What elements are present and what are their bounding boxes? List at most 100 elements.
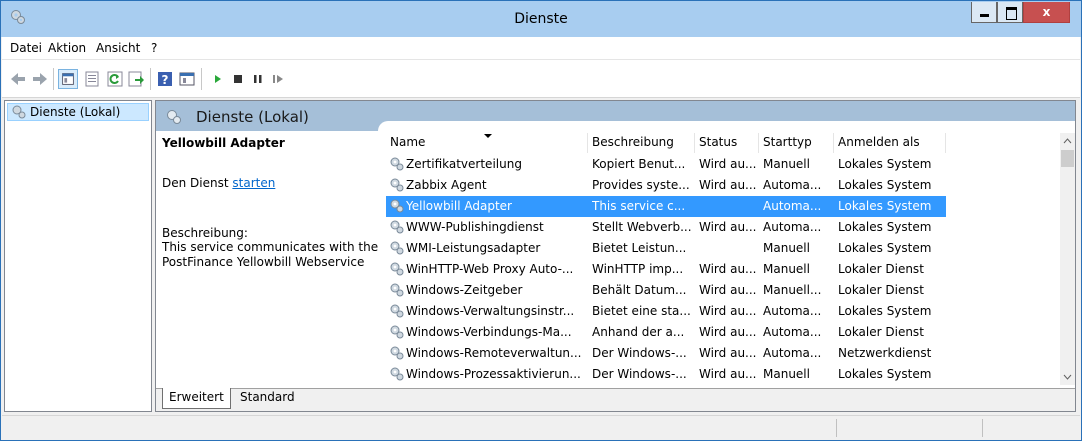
properties-icon[interactable] (82, 69, 102, 89)
gear-icon (390, 241, 404, 255)
service-row[interactable]: Windows-Zeitgeber Behält Datum... Wird au.… (386, 280, 946, 301)
refresh-icon[interactable] (105, 69, 125, 89)
service-row[interactable]: Yellowbill Adapter This service c... Autom… (386, 196, 946, 217)
service-cell-logon: Netzwerkdienst (838, 346, 932, 360)
service-cell-logon: Lokaler Dienst (838, 262, 924, 276)
service-row[interactable]: Windows-Prozessaktivierun... Der Windows-… (386, 364, 946, 385)
service-cell-status: Wird au... (699, 346, 757, 360)
service-cell-status: Wird au... (699, 157, 757, 171)
help-icon[interactable]: ? (155, 69, 175, 89)
service-cell-name: WWW-Publishingdienst (406, 220, 544, 234)
resume-icon[interactable] (268, 69, 288, 89)
column-header-starttype[interactable]: Starttyp (759, 133, 834, 153)
start-service-link[interactable]: starten (232, 176, 275, 190)
scroll-up-icon[interactable] (1060, 133, 1075, 150)
service-cell-status: Wird au... (699, 262, 757, 276)
gear-icon (390, 220, 404, 234)
service-row[interactable]: WMI-Leistungsadapter Bietet Leistun... Man… (386, 238, 946, 259)
gear-icon (390, 283, 404, 297)
service-row[interactable]: WWW-Publishingdienst Stellt Webverb... Wir… (386, 217, 946, 238)
service-cell-logon: Lokales System (838, 178, 932, 192)
menu-aktion[interactable]: Aktion (48, 41, 86, 55)
title-bar[interactable]: Dienste x (1, 1, 1081, 37)
scroll-thumb[interactable] (1061, 150, 1074, 167)
service-row[interactable]: WinHTTP-Web Proxy Auto-... WinHTTP imp...… (386, 259, 946, 280)
service-cell-start: Automa... (763, 325, 822, 339)
maximize-button[interactable] (997, 2, 1023, 23)
menu-help[interactable]: ? (151, 41, 157, 55)
minimize-button[interactable] (971, 2, 997, 23)
column-header-name[interactable]: Name (386, 133, 588, 153)
service-cell-desc: Provides syste... (592, 178, 690, 192)
service-cell-desc: Anhand der a... (592, 325, 685, 339)
console-icon[interactable] (177, 69, 197, 89)
service-cell-status: Wird au... (699, 304, 757, 318)
console-tree: Dienste (Lokal) (4, 100, 152, 412)
gear-icon (390, 157, 404, 171)
service-cell-start: Manuell (763, 367, 810, 381)
gear-icon (390, 367, 404, 381)
service-cell-start: Automa... (763, 220, 822, 234)
service-cell-status: Wird au... (699, 367, 757, 381)
play-icon[interactable] (208, 69, 228, 89)
column-header-status[interactable]: Status (695, 133, 759, 153)
menu-datei[interactable]: Datei (10, 41, 42, 55)
service-cell-status (699, 238, 759, 259)
service-cell-name: Zertifikatverteilung (406, 157, 522, 171)
scroll-down-icon[interactable] (1060, 368, 1075, 385)
gear-icon (390, 199, 404, 213)
service-cell-status: Wird au... (699, 325, 757, 339)
export-list-icon[interactable] (126, 69, 146, 89)
service-cell-name: Windows-Verbindungs-Ma... (406, 325, 572, 339)
service-cell-status: Wird au... (699, 220, 757, 234)
toolbar-separator (150, 68, 151, 90)
tab-erweitert[interactable]: Erweitert (162, 388, 231, 409)
service-cell-name: Windows-Remoteverwaltun... (406, 346, 582, 360)
service-cell-name: Windows-Prozessaktivierun... (406, 367, 581, 381)
vertical-scrollbar[interactable] (1060, 133, 1075, 385)
forward-arrow-icon[interactable] (30, 69, 50, 89)
stop-icon[interactable] (228, 69, 248, 89)
status-bar (2, 415, 1080, 439)
gear-icon (390, 325, 404, 339)
service-cell-logon: Lokales System (838, 199, 932, 213)
column-header-description[interactable]: Beschreibung (588, 133, 695, 153)
service-cell-logon: Lokales System (838, 220, 932, 234)
service-row[interactable]: Windows-Verbindungs-Ma... Anhand der a...… (386, 322, 946, 343)
service-cell-name: WinHTTP-Web Proxy Auto-... (406, 262, 574, 276)
tab-standard[interactable]: Standard (234, 388, 301, 409)
column-header-label: Name (390, 135, 426, 149)
service-cell-desc: Bietet eine sta... (592, 304, 691, 318)
service-cell-start: Manuell (763, 241, 810, 255)
show-hide-console-tree-icon[interactable] (58, 69, 78, 89)
service-row[interactable]: Windows-Verwaltungsinstr... Bietet eine s… (386, 301, 946, 322)
svg-text:?: ? (162, 73, 169, 87)
menu-ansicht[interactable]: Ansicht (96, 41, 140, 55)
menu-bar: Datei Aktion Ansicht ? (2, 37, 1080, 60)
service-cell-logon: Lokales System (838, 367, 932, 381)
service-cell-status (699, 196, 759, 217)
service-row[interactable]: Zabbix Agent Provides syste... Wird au... A… (386, 175, 946, 196)
service-cell-desc: Bietet Leistun... (592, 241, 687, 255)
column-header-logon[interactable]: Anmelden als (834, 133, 946, 153)
service-row[interactable]: Windows-Remoteverwaltun... Der Windows-..… (386, 343, 946, 364)
toolbar-separator (53, 68, 54, 90)
service-cell-desc: Der Windows-... (592, 367, 687, 381)
service-cell-name: Zabbix Agent (406, 178, 487, 192)
toolbar: ? (2, 60, 1080, 98)
service-row[interactable]: Zertifikatverteilung Kopiert Benut... Wird… (386, 154, 946, 175)
pane-header: Dienste (Lokal) (156, 101, 1075, 133)
tree-item-dienste-lokal[interactable]: Dienste (Lokal) (7, 103, 149, 121)
pause-icon[interactable] (248, 69, 268, 89)
service-cell-start: Automa... (763, 346, 822, 360)
detail-start-prefix: Den Dienst (162, 176, 233, 190)
gear-icon (12, 105, 26, 119)
back-arrow-icon[interactable] (8, 69, 28, 89)
status-divider (982, 419, 983, 437)
gear-icon (390, 178, 404, 192)
detail-start-line: Den Dienst starten (162, 176, 275, 190)
service-cell-start: Automa... (763, 199, 822, 213)
gear-icon (390, 304, 404, 318)
close-button[interactable]: x (1023, 2, 1070, 23)
service-cell-start: Automa... (763, 178, 822, 192)
